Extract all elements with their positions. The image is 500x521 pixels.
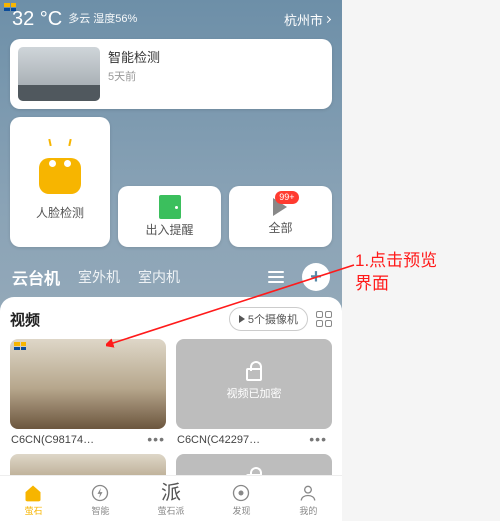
- more-icon[interactable]: •••: [309, 437, 331, 443]
- smart-detect-card[interactable]: 智能检测 5天前: [10, 39, 332, 109]
- bottom-tab-bar: 萤石 智能 派 萤石派 发现 我的: [0, 475, 342, 521]
- menu-icon[interactable]: [268, 271, 284, 283]
- all-label: 全部: [268, 219, 292, 236]
- tab-pai[interactable]: 派 萤石派: [157, 483, 184, 517]
- location-selector[interactable]: 杭州市: [284, 10, 330, 29]
- ezviz-logo-icon: [14, 342, 26, 350]
- ezviz-logo-icon: [4, 3, 16, 11]
- pai-icon: 派: [161, 483, 181, 503]
- grid-view-icon[interactable]: [316, 311, 332, 327]
- detect-thumbnail: [18, 47, 100, 101]
- video-preview-1[interactable]: [10, 339, 166, 429]
- camera-count: 5个摄像机: [248, 311, 298, 327]
- add-button[interactable]: +: [302, 263, 330, 291]
- tab-home[interactable]: 萤石: [23, 483, 43, 517]
- home-icon: [23, 483, 43, 503]
- bolt-icon: [90, 483, 110, 503]
- tab-ptz[interactable]: 云台机: [12, 265, 60, 289]
- camera-count-pill[interactable]: 5个摄像机: [229, 307, 308, 331]
- all-card[interactable]: 99+ 全部: [229, 186, 332, 247]
- sheet-title: 视频: [10, 309, 221, 330]
- phone-frame: 32 °C 多云 湿度56% 杭州市 智能检测 5天前 人脸检测: [0, 0, 342, 521]
- video-name-1: C6CN(C98174…: [11, 434, 94, 446]
- play-all-icon: 99+: [267, 197, 295, 217]
- temperature: 32 °C: [12, 8, 62, 31]
- door-icon: [159, 195, 181, 219]
- tab-indoor[interactable]: 室内机: [138, 267, 180, 287]
- tab-discover-label: 发现: [232, 504, 250, 517]
- entry-alert-card[interactable]: 出入提醒: [118, 186, 221, 247]
- locked-text: 视频已加密: [227, 385, 282, 401]
- tab-outdoor[interactable]: 室外机: [78, 267, 120, 287]
- badge-count: 99+: [275, 191, 298, 204]
- tab-smart-label: 智能: [91, 504, 109, 517]
- face-label: 人脸检测: [36, 204, 84, 221]
- annotation-text: 1.点击预览 界面: [355, 250, 437, 296]
- tab-home-label: 萤石: [24, 504, 42, 517]
- category-tabs: 云台机 室外机 室内机 +: [0, 257, 342, 297]
- location-label: 杭州市: [284, 10, 323, 29]
- detect-time: 5天前: [108, 68, 160, 84]
- chevron-right-icon: [324, 16, 331, 23]
- tab-mine[interactable]: 我的: [298, 483, 318, 517]
- video-preview-2[interactable]: 视频已加密: [176, 339, 332, 429]
- video-name-2: C6CN(C42297…: [177, 434, 260, 446]
- discover-icon: [231, 483, 251, 503]
- lock-icon: [246, 368, 262, 381]
- weather-detail: 多云 湿度56%: [68, 13, 137, 25]
- more-icon[interactable]: •••: [147, 437, 165, 443]
- weather-block[interactable]: 32 °C 多云 湿度56%: [12, 8, 137, 31]
- play-icon: [239, 315, 245, 323]
- detect-title: 智能检测: [108, 47, 160, 66]
- person-icon: [298, 483, 318, 503]
- video-item-1: C6CN(C98174… •••: [10, 339, 166, 446]
- entry-label: 出入提醒: [145, 221, 193, 238]
- face-detect-card[interactable]: 人脸检测: [10, 117, 110, 247]
- tab-discover[interactable]: 发现: [231, 483, 251, 517]
- tab-mine-label: 我的: [299, 504, 317, 517]
- tab-pai-label: 萤石派: [157, 504, 184, 517]
- tab-smart[interactable]: 智能: [90, 483, 110, 517]
- robot-icon: [37, 144, 83, 194]
- top-bar: 32 °C 多云 湿度56% 杭州市: [0, 0, 342, 39]
- video-item-2: 视频已加密 C6CN(C42297… •••: [176, 339, 332, 446]
